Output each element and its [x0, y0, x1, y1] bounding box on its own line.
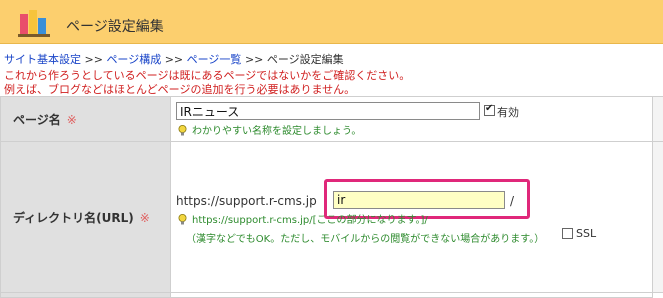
- breadcrumb-separator: >>: [84, 53, 103, 66]
- directory-label-cell: ディレクトリ名(URL) ※: [0, 141, 171, 293]
- breadcrumb-current: ページ設定編集: [266, 53, 344, 66]
- lightbulb-icon: [178, 125, 187, 136]
- directory-note: （漢字などでもOK。ただし、モバイルからの閲覧ができない場合があります。）: [186, 234, 545, 245]
- url-prefix: https://support.r-cms.jp: [176, 194, 317, 208]
- enabled-label: 有効: [497, 106, 519, 119]
- lightbulb-icon: [178, 214, 187, 225]
- table-right-edge: [653, 96, 663, 142]
- directory-label: ディレクトリ名(URL): [13, 211, 134, 225]
- page-name-hint: わかりやすい名称を設定しましょう。: [178, 122, 361, 137]
- breadcrumb-separator: >>: [244, 53, 264, 66]
- enabled-checkbox[interactable]: [484, 103, 495, 116]
- notice-line-2: 例えば、ブログなどはほとんどページの追加を行う必要はありません。: [4, 83, 356, 96]
- page-title: ページ設定編集: [66, 19, 164, 35]
- page-name-hint-text: わかりやすい名称を設定しましょう。: [192, 126, 362, 137]
- breadcrumb: サイト基本設定 >> ページ構成 >> ページ一覧 >> ページ設定編集: [4, 51, 344, 67]
- next-row-value-cell: [170, 292, 653, 298]
- required-mark: ※: [139, 211, 150, 225]
- page-name-label-cell: ページ名 ※: [0, 96, 171, 142]
- breadcrumb-page-structure[interactable]: ページ構成: [106, 53, 161, 66]
- ssl-checkbox[interactable]: [562, 228, 573, 239]
- ssl-label: SSL: [576, 227, 597, 240]
- next-row-label-cell: [0, 292, 171, 298]
- breadcrumb-separator: >>: [164, 53, 184, 66]
- page-header: ページ設定編集: [0, 0, 663, 44]
- required-mark: ※: [66, 113, 77, 127]
- breadcrumb-page-list[interactable]: ページ一覧: [187, 53, 242, 66]
- site-logo-icon: [18, 10, 50, 37]
- page-name-label: ページ名: [13, 113, 61, 127]
- page-name-input[interactable]: [176, 102, 480, 120]
- table-right-edge: [653, 141, 663, 293]
- directory-hint-text: https://support.r-cms.jp/[ここの部分になります。]/: [192, 215, 428, 226]
- breadcrumb-site-settings[interactable]: サイト基本設定: [4, 53, 81, 66]
- directory-hint: https://support.r-cms.jp/[ここの部分になります。]/: [178, 211, 428, 226]
